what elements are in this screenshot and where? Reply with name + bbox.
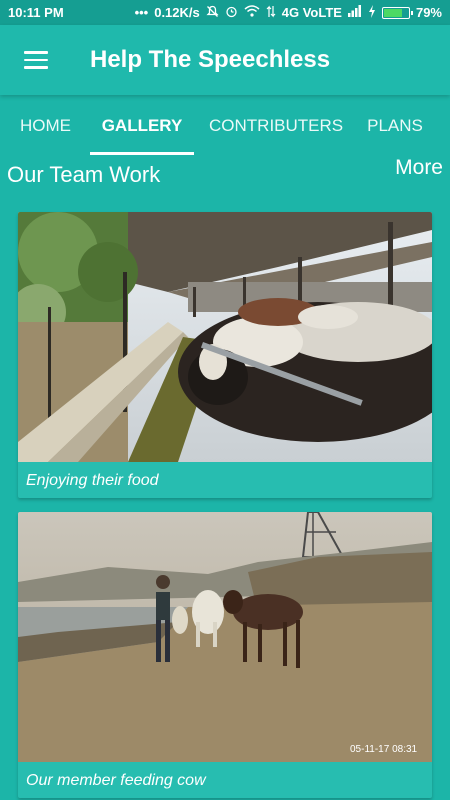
- photo-timestamp: 05-11-17 08:31: [350, 744, 418, 755]
- network-type: 4G VoLTE: [281, 5, 342, 20]
- tab-bar: HOME GALLERY CONTRIBUTERS PLANS: [0, 97, 450, 155]
- charging-icon: [368, 4, 376, 21]
- app-title: Help The Speechless: [90, 46, 331, 73]
- status-bar: 10:11 PM ••• 0.12K/s 4G VoLTE 79%: [0, 0, 450, 25]
- tab-contributers[interactable]: CONTRIBUTERS: [209, 97, 343, 155]
- gallery-card[interactable]: Enjoying their food: [18, 212, 432, 498]
- wifi-icon: [244, 5, 260, 20]
- status-icons: ••• 0.12K/s 4G VoLTE 79%: [134, 4, 442, 21]
- dots-icon: •••: [134, 5, 149, 20]
- battery-fill: [383, 8, 402, 17]
- tab-home[interactable]: HOME: [20, 97, 71, 155]
- data-arrows-icon: [266, 5, 276, 21]
- member-feeding-cow-photo: 05-11-17 08:31: [18, 512, 432, 762]
- hamburger-menu-icon[interactable]: [0, 25, 72, 95]
- gallery-card[interactable]: 05-11-17 08:31 Our member feeding cow: [18, 512, 432, 798]
- battery-percent: 79%: [415, 5, 442, 20]
- battery-icon: [381, 6, 413, 19]
- card-caption: Enjoying their food: [26, 472, 159, 489]
- section-title: Our Team Work: [7, 162, 161, 187]
- mute-icon: [206, 5, 219, 21]
- signal-icon: [347, 5, 362, 20]
- card-caption: Our member feeding cow: [26, 772, 206, 789]
- status-time: 10:11 PM: [8, 5, 64, 20]
- network-speed: 0.12K/s: [154, 5, 200, 20]
- tab-gallery[interactable]: GALLERY: [90, 97, 194, 155]
- cows-eating-photo: [18, 212, 432, 462]
- app-bar: Help The Speechless: [0, 25, 450, 95]
- more-link[interactable]: More: [395, 156, 443, 180]
- alarm-icon: [225, 5, 238, 21]
- tab-plans[interactable]: PLANS: [366, 97, 424, 155]
